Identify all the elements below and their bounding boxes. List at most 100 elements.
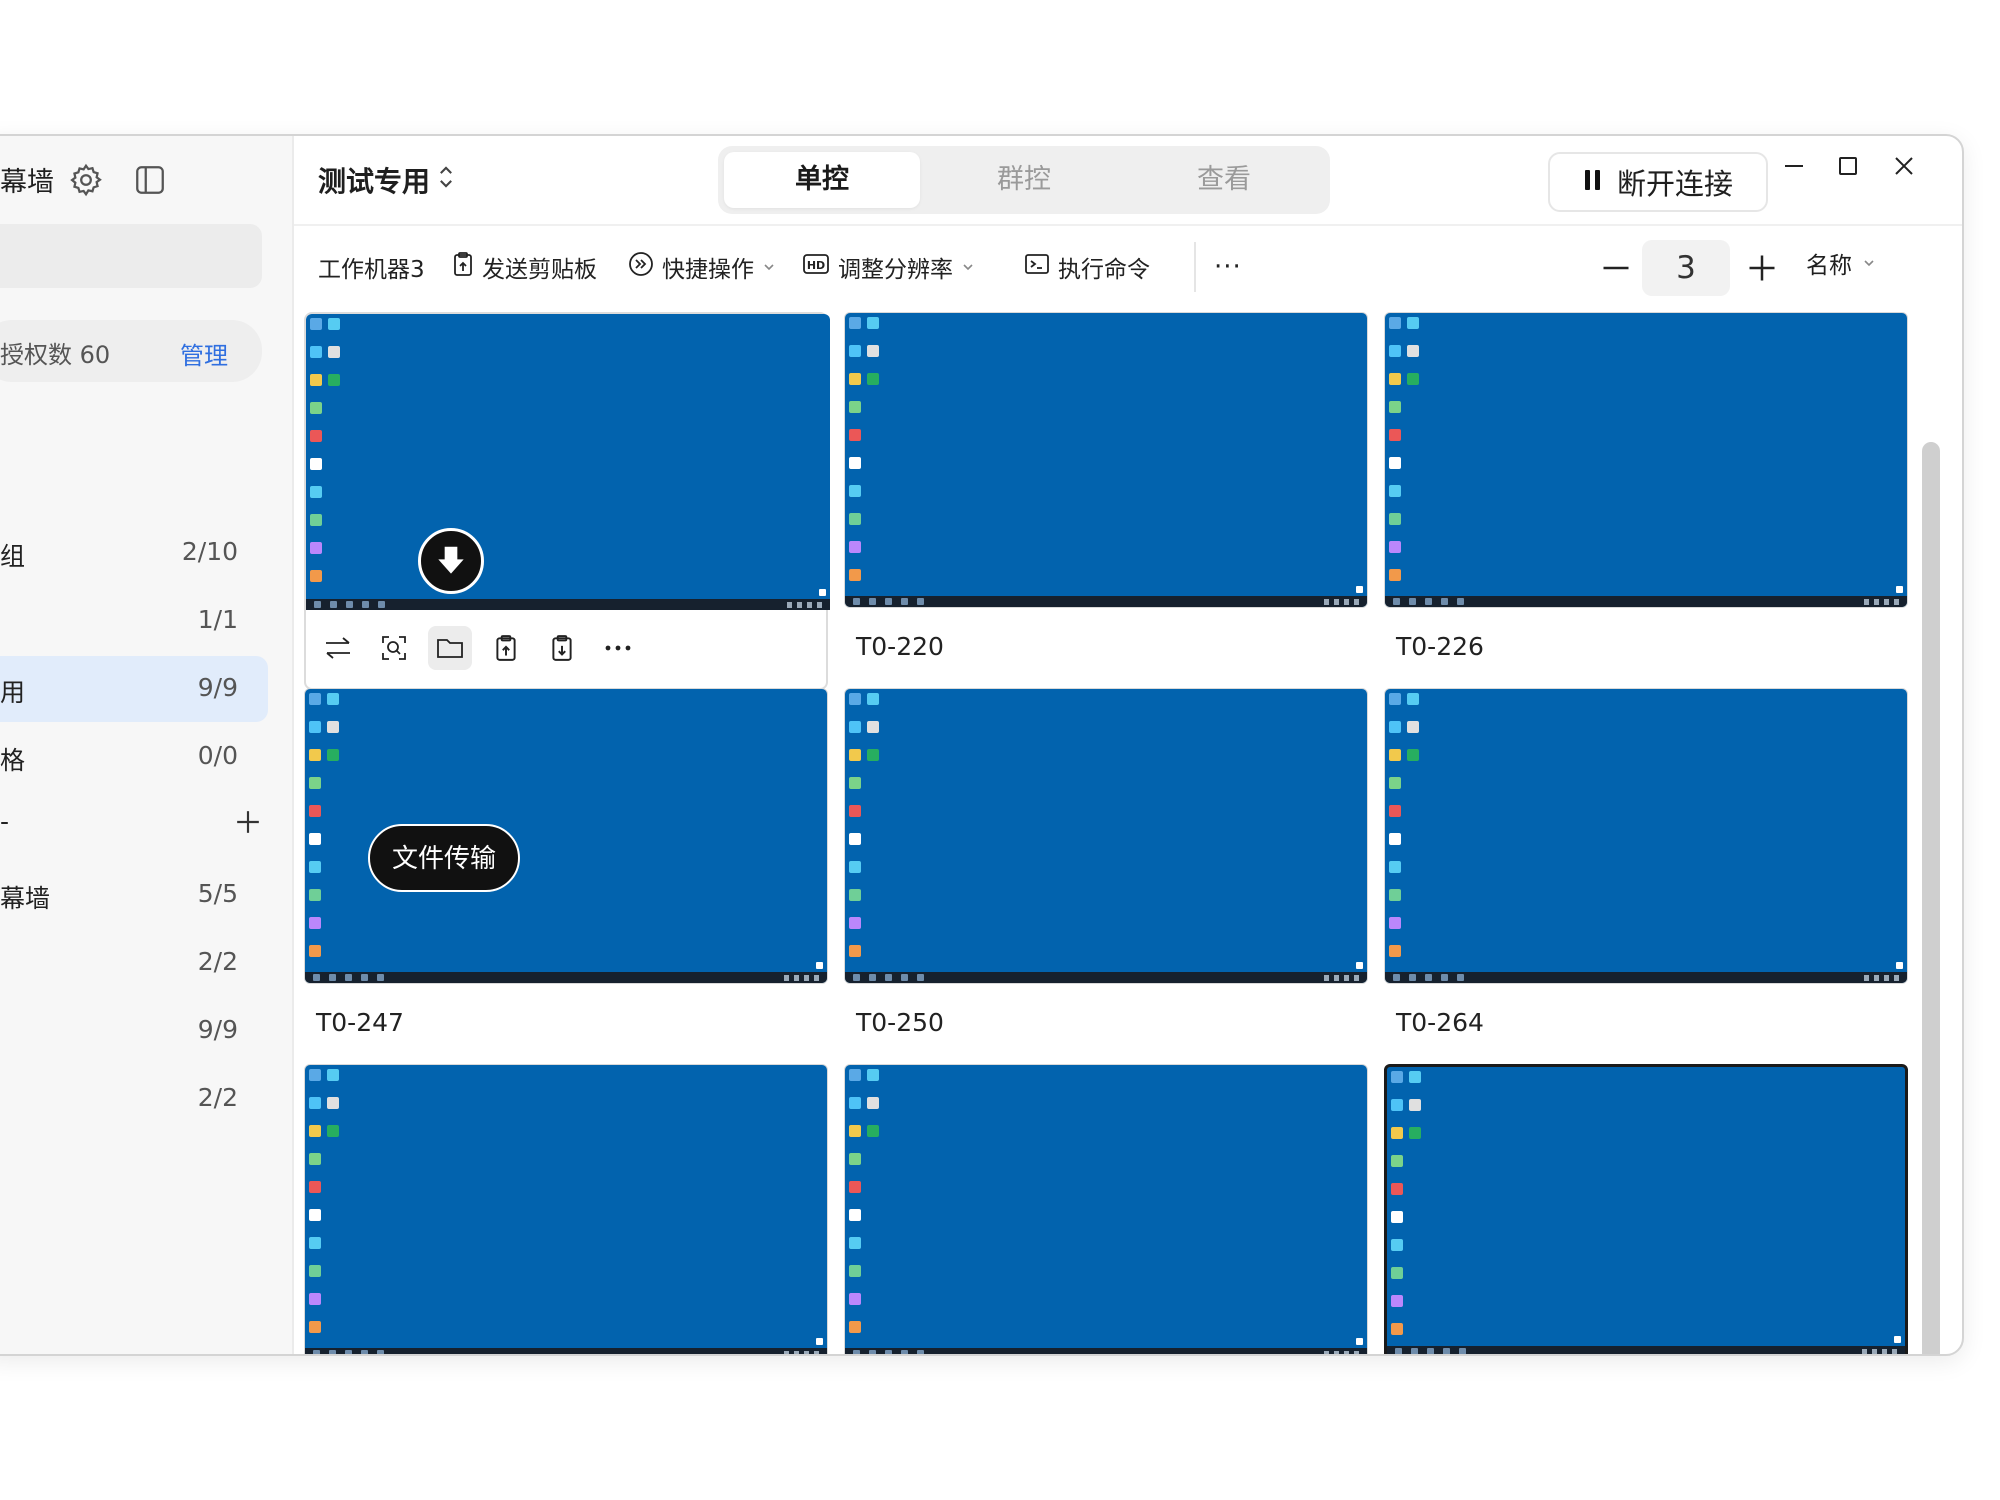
resolution-label: 调整分辨率: [838, 257, 953, 283]
toolbar: 工作机器3 发送剪贴板 快捷操作 HD 调整分辨率 执行命令 ··· 3 名称: [294, 224, 1962, 310]
device-name: T0-226: [1396, 632, 1484, 661]
more-horizontal-icon[interactable]: [596, 626, 640, 670]
sidebar-group-item[interactable]: 格 0/0: [0, 724, 268, 790]
device-card[interactable]: [844, 1064, 1368, 1354]
hd-icon: HD: [802, 252, 830, 282]
download-arrow-icon: [418, 528, 484, 594]
tab-group-control[interactable]: 群控: [926, 152, 1122, 208]
remote-desktop-preview[interactable]: [1384, 688, 1908, 984]
device-name: T0-220: [856, 632, 944, 661]
mode-tabs: 单控 群控 查看: [718, 146, 1330, 214]
execute-command-label: 执行命令: [1058, 257, 1150, 283]
device-card[interactable]: T0-220: [844, 312, 1368, 690]
disconnect-label: 断开连接: [1616, 167, 1733, 201]
chevron-updown-icon[interactable]: [436, 162, 456, 192]
chevron-down-icon: [1862, 250, 1876, 276]
tab-single-control[interactable]: 单控: [724, 152, 920, 208]
switch-arrows-icon[interactable]: [316, 626, 360, 670]
clipboard-upload-icon[interactable]: [484, 626, 528, 670]
close-icon[interactable]: [1884, 146, 1924, 186]
sidebar-title: 幕墙: [0, 167, 54, 198]
header: 测试专用 单控 群控 查看 断开连接: [294, 136, 1962, 224]
remote-desktop-preview[interactable]: [1384, 312, 1908, 608]
minimize-icon[interactable]: [1774, 146, 1814, 186]
sidebar: 幕墙 授权数 60 管理 组 2/10 1/1 用 9/9 格 0/0 - 幕墙…: [0, 136, 294, 1354]
folder-icon[interactable]: [428, 626, 472, 670]
maximize-icon[interactable]: [1828, 146, 1868, 186]
fast-forward-circle-icon: [628, 251, 654, 283]
sidebar-group-item[interactable]: 组 2/10: [0, 520, 268, 586]
quick-actions-label: 快捷操作: [662, 257, 754, 283]
sort-label: 名称: [1806, 253, 1852, 279]
zoom-out-icon[interactable]: [1596, 248, 1636, 288]
machine-label: 工作机器3: [318, 246, 425, 288]
machine-name: 工作机器3: [318, 257, 425, 283]
toolbar-divider: [1194, 242, 1196, 292]
device-name: T0-264: [1396, 1008, 1484, 1037]
sidebar-wall-item[interactable]: 幕墙 5/5: [0, 862, 268, 928]
remote-desktop-preview[interactable]: [844, 1064, 1368, 1354]
zoom-in-icon[interactable]: [1742, 248, 1782, 288]
remote-desktop-preview[interactable]: [304, 1064, 828, 1354]
sidebar-item-count: 9/9: [197, 673, 238, 702]
device-card[interactable]: T0-250: [844, 688, 1368, 1066]
remote-desktop-preview[interactable]: [1384, 1064, 1908, 1354]
sidebar-item-label: 组: [0, 542, 26, 571]
more-actions-button[interactable]: ···: [1214, 246, 1242, 288]
sidebar-wall-item[interactable]: 2/2: [0, 1066, 268, 1132]
sidebar-item-count: 2/2: [197, 1083, 238, 1112]
sidebar-wall-item[interactable]: 2/2: [0, 930, 268, 996]
sidebar-item-count: 2/10: [181, 537, 238, 566]
sidebar-group-item[interactable]: 1/1: [0, 588, 268, 654]
more-icon: ···: [1214, 252, 1242, 282]
screenshot-search-icon[interactable]: [372, 626, 416, 670]
license-count: 授权数 60: [0, 341, 111, 369]
sidebar-section-label: -: [0, 807, 10, 836]
app-window: 幕墙 授权数 60 管理 组 2/10 1/1 用 9/9 格 0/0 - 幕墙…: [0, 134, 1964, 1356]
sidebar-group-item-active[interactable]: 用 9/9: [0, 656, 268, 722]
clipboard-upload-icon: [452, 251, 474, 283]
device-action-bar: [316, 626, 640, 670]
send-clipboard-label: 发送剪贴板: [482, 257, 597, 283]
device-card[interactable]: T0-226: [1384, 312, 1908, 690]
resolution-dropdown[interactable]: HD 调整分辨率: [802, 246, 975, 288]
remote-desktop-preview[interactable]: [306, 314, 830, 610]
clipboard-download-icon[interactable]: [540, 626, 584, 670]
license-manage-link[interactable]: 管理: [180, 336, 228, 371]
remote-desktop-preview[interactable]: [844, 688, 1368, 984]
gear-icon[interactable]: [64, 158, 108, 202]
remote-desktop-preview[interactable]: [844, 312, 1368, 608]
sidebar-section-header: -: [0, 790, 268, 856]
sidebar-wall-item[interactable]: 9/9: [0, 998, 268, 1064]
chevron-down-icon: [961, 254, 975, 280]
execute-command-button[interactable]: 执行命令: [1024, 246, 1150, 288]
chevron-down-icon: [762, 254, 776, 280]
device-name: T0-247: [316, 1008, 404, 1037]
sidebar-item-count: 0/0: [197, 741, 238, 770]
add-wall-icon[interactable]: [230, 804, 266, 840]
sort-dropdown[interactable]: 名称: [1806, 246, 1876, 280]
scrollbar[interactable]: [1922, 442, 1940, 1354]
quick-actions-dropdown[interactable]: 快捷操作: [628, 246, 776, 288]
device-card[interactable]: [304, 312, 830, 690]
license-bar: 授权数 60 管理: [0, 320, 262, 382]
terminal-icon: [1024, 252, 1050, 282]
sidebar-item-count: 2/2: [197, 947, 238, 976]
send-clipboard-button[interactable]: 发送剪贴板: [452, 246, 597, 288]
tab-view[interactable]: 查看: [1126, 152, 1322, 208]
device-card[interactable]: [304, 1064, 828, 1354]
columns-count-input[interactable]: 3: [1642, 240, 1730, 296]
sidebar-item-count: 1/1: [197, 605, 238, 634]
sidebar-item-label: 格: [0, 746, 26, 775]
screen-grid: T0-220 T0-226 T0-247 T0-250 T0-264: [294, 312, 1924, 1354]
disconnect-button[interactable]: 断开连接: [1548, 152, 1768, 212]
sidebar-item-label: 幕墙: [0, 884, 51, 913]
sidebar-toggle-icon[interactable]: [128, 158, 172, 202]
pause-icon: [1583, 165, 1603, 199]
file-transfer-tooltip: 文件传输: [368, 824, 521, 892]
sidebar-item-count: 9/9: [197, 1015, 238, 1044]
sidebar-search-box[interactable]: [0, 224, 262, 288]
device-card[interactable]: [1384, 1064, 1908, 1354]
device-card[interactable]: T0-264: [1384, 688, 1908, 1066]
group-title[interactable]: 测试专用: [318, 160, 430, 200]
